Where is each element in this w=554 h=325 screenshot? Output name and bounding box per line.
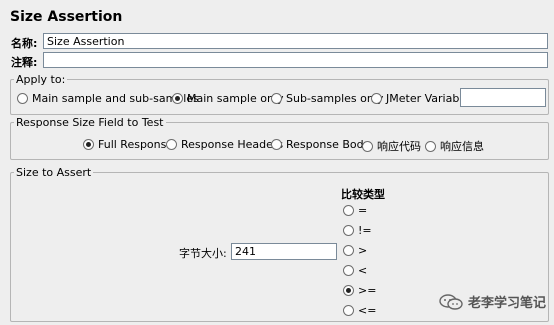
- operator-less-equal-radio[interactable]: <=: [343, 304, 376, 317]
- operator-less-radio[interactable]: <: [343, 264, 367, 277]
- radio-label: JMeter Variable: [386, 92, 470, 105]
- radio-circle: [425, 140, 436, 152]
- field-full-response-radio[interactable]: Full Response: [83, 138, 173, 151]
- radio-label: Full Response: [98, 138, 174, 151]
- apply-main-only-radio[interactable]: Main sample only: [172, 92, 284, 105]
- field-response-code-radio[interactable]: 响应代码: [362, 138, 421, 154]
- apply-to-legend: Apply to:: [14, 73, 68, 86]
- operator-not-equal-radio[interactable]: !=: [343, 224, 372, 237]
- radio-circle: [343, 265, 354, 276]
- radio-label: =: [358, 204, 368, 217]
- radio-circle: [83, 139, 94, 150]
- radio-label: !=: [358, 224, 372, 237]
- radio-label: <=: [358, 304, 377, 317]
- radio-label: Sub-samples only: [286, 92, 384, 105]
- byte-size-input[interactable]: [231, 243, 337, 260]
- size-to-assert-legend: Size to Assert: [14, 166, 94, 179]
- comment-label: 注释:: [11, 56, 38, 69]
- radio-label: >: [358, 244, 368, 257]
- field-response-body-radio[interactable]: Response Body: [271, 138, 370, 151]
- radio-circle: [371, 93, 382, 104]
- field-response-headers-radio[interactable]: Response Headers: [166, 138, 283, 151]
- watermark: 老李学习笔记: [439, 292, 546, 311]
- radio-circle: [17, 93, 28, 104]
- radio-circle: [343, 305, 354, 316]
- radio-label: Response Body: [286, 138, 371, 151]
- comment-field[interactable]: [43, 52, 548, 68]
- radio-circle: [271, 139, 282, 150]
- radio-circle: [343, 245, 354, 256]
- radio-circle: [343, 205, 354, 216]
- operator-equal-radio[interactable]: =: [343, 204, 367, 217]
- operator-greater-radio[interactable]: >: [343, 244, 367, 257]
- radio-circle: [166, 139, 177, 150]
- apply-jmeter-variable-radio[interactable]: JMeter Variable: [371, 92, 469, 105]
- radio-label: 响应信息: [440, 140, 484, 153]
- field-response-message-radio[interactable]: 响应信息: [425, 138, 484, 154]
- radio-label: 响应代码: [377, 140, 421, 153]
- radio-label: Response Headers: [181, 138, 284, 151]
- radio-circle: [343, 285, 354, 296]
- wechat-icon: [439, 293, 463, 310]
- operator-greater-equal-radio[interactable]: >=: [343, 284, 376, 297]
- compare-type-title: 比较类型: [341, 188, 385, 201]
- name-label: 名称:: [11, 37, 38, 50]
- radio-circle: [343, 225, 354, 236]
- panel-title: Size Assertion: [10, 9, 123, 25]
- apply-sub-only-radio[interactable]: Sub-samples only: [271, 92, 383, 105]
- jmeter-variable-input[interactable]: [460, 88, 546, 107]
- byte-size-label: 字节大小:: [179, 247, 227, 260]
- watermark-text: 老李学习笔记: [467, 296, 546, 311]
- radio-label: <: [358, 264, 368, 277]
- radio-label: Main sample only: [187, 92, 284, 105]
- radio-circle: [362, 140, 373, 152]
- name-field[interactable]: [43, 33, 548, 49]
- radio-label: >=: [358, 284, 377, 297]
- radio-circle: [172, 93, 183, 104]
- response-field-legend: Response Size Field to Test: [14, 116, 166, 129]
- radio-circle: [271, 93, 282, 104]
